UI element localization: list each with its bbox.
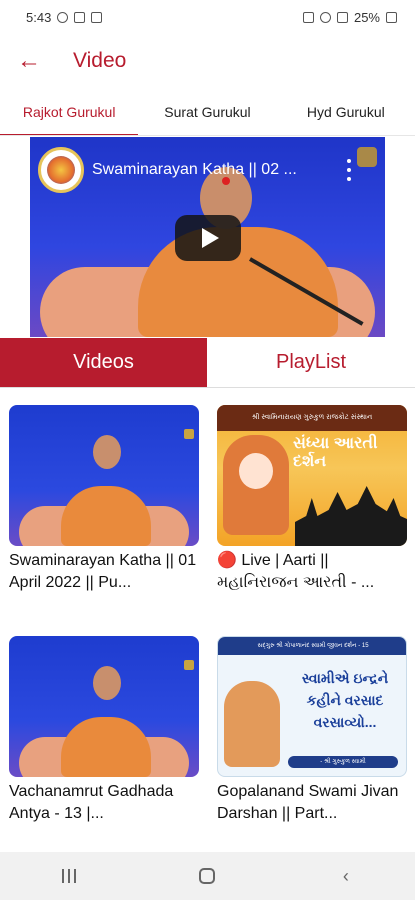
settings-icon [91,11,103,23]
status-right: 25% [302,9,397,25]
status-left: 5:43 [26,9,103,25]
more-options-icon[interactable] [344,159,354,181]
channel-logo[interactable] [38,147,84,193]
thumbnail-overlay-text: સ્વામીએ ઇન્દ્રને કહીને વરસાદ વરસાવ્યો... [301,670,389,730]
tab-surat-gurukul[interactable]: Surat Gurukul [138,90,276,134]
thumbnail-footer: - શ્રી ગુરુકુળ સ્વામી [288,756,398,768]
playlist-tab-button[interactable]: PlayList [207,338,415,387]
gallery-icon [74,11,86,23]
back-button[interactable]: ← [0,34,58,88]
gurukul-tabs: Rajkot Gurukul Surat Gurukul Hyd Gurukul [0,90,415,136]
battery-icon [386,11,397,23]
video-card[interactable]: શ્રી સ્વામિનારાયણ ગુરુકુળ રાજકોટ સંસ્થાન… [217,405,407,594]
video-card[interactable]: Vachanamrut Gadhada Antya - 13 |... [9,636,199,825]
notification-icon [57,11,69,23]
status-time: 5:43 [26,9,52,25]
video-title: Swaminarayan Katha || 01 April 2022 || P… [9,552,197,591]
player-video-title: Swaminarayan Katha || 02 ... [92,161,297,178]
tabs-divider [0,135,415,136]
play-icon [201,228,219,248]
app-bar: ← Video [0,34,415,88]
video-player[interactable]: Swaminarayan Katha || 02 ... [30,137,385,337]
alarm-icon [302,11,314,23]
battery-percent: 25% [353,9,380,25]
content-segment: Videos PlayList [0,338,415,388]
recents-button[interactable] [39,856,99,896]
wifi-icon [319,11,331,23]
video-title: Gopalanand Swami Jivan Darshan || Part..… [217,783,399,822]
play-button[interactable] [175,215,241,261]
chevron-left-icon: ‹ [342,865,349,886]
videos-tab-button[interactable]: Videos [0,338,207,387]
home-button[interactable] [177,856,237,896]
video-thumbnail: શ્રી સ્વામિનારાયણ ગુરુકુળ રાજકોટ સંસ્થાન… [217,405,407,546]
video-thumbnail [9,405,199,546]
thumbnail-banner: શ્રી સ્વામિનારાયણ ગુરુકુળ રાજકોટ સંસ્થાન [217,405,407,431]
tab-hyd-gurukul[interactable]: Hyd Gurukul [277,90,415,134]
status-bar: 5:43 25% [0,0,415,34]
tab-rajkot-gurukul[interactable]: Rajkot Gurukul [0,90,139,136]
thumbnail-banner: સદ્ગુરુ શ્રી ગોપાળાનંદ સ્વામી જીવન દર્શન… [218,637,406,655]
video-title: 🔴 Live | Aarti || મહાનિરાજન આરતી - ... [217,552,375,591]
thumbnail-overlay-text: સંધ્યા આરતી દર્શન [293,435,378,470]
channel-emblem-icon [47,156,75,184]
video-title: Vachanamrut Gadhada Antya - 13 |... [9,783,174,822]
page-title: Video [73,49,127,72]
video-card[interactable]: Swaminarayan Katha || 01 April 2022 || P… [9,405,199,594]
recents-icon [62,869,77,883]
video-thumbnail: સદ્ગુરુ શ્રી ગોપાળાનંદ સ્વામી જીવન દર્શન… [217,636,407,777]
watermark-icon [357,147,377,167]
video-thumbnail [9,636,199,777]
temple-silhouette [295,486,407,546]
signal-icon [336,11,348,23]
system-nav-bar: ‹ [0,852,415,900]
system-back-button[interactable]: ‹ [316,856,376,896]
watermark-icon [184,660,194,670]
video-card[interactable]: સદ્ગુરુ શ્રી ગોપાળાનંદ સ્વામી જીવન દર્શન… [217,636,407,825]
watermark-icon [184,429,194,439]
home-icon [199,868,216,884]
arrow-back-icon: ← [17,47,41,74]
